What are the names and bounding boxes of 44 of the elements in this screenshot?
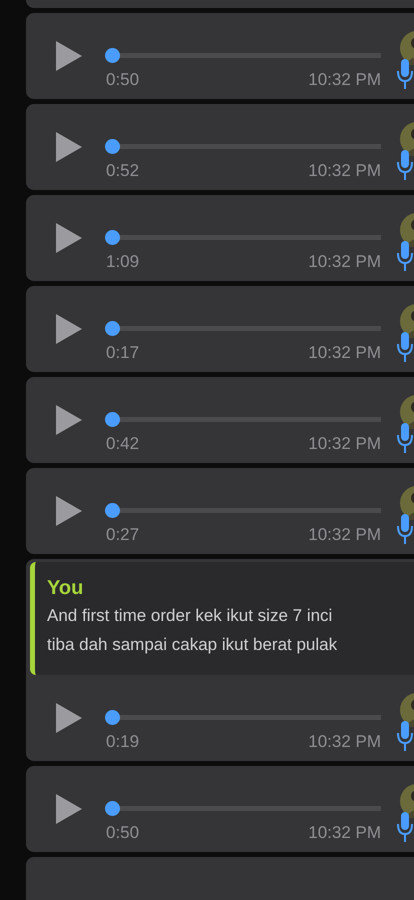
progress-thumb[interactable] xyxy=(105,710,120,725)
message-time: 10:32 PM xyxy=(308,343,381,363)
progress-thumb[interactable] xyxy=(105,503,120,518)
microphone-icon xyxy=(397,332,413,362)
message-time: 10:32 PM xyxy=(308,525,381,545)
voice-duration: 0:27 xyxy=(106,525,140,545)
voice-duration: 0:50 xyxy=(106,70,140,90)
play-button[interactable] xyxy=(56,703,82,733)
message-time: 10:32 PM xyxy=(308,823,381,843)
microphone-icon xyxy=(397,150,413,180)
message-time: 10:32 PM xyxy=(308,252,381,272)
microphone-icon xyxy=(397,812,413,842)
play-button[interactable] xyxy=(56,496,82,526)
voice-duration: 0:19 xyxy=(106,732,140,752)
message-time: 10:32 PM xyxy=(308,434,381,454)
message-time: 10:32 PM xyxy=(308,732,381,752)
microphone-icon xyxy=(397,514,413,544)
message-time: 10:32 PM xyxy=(308,161,381,181)
microphone-icon xyxy=(397,241,413,271)
play-button[interactable] xyxy=(56,132,82,162)
quote-text: tiba dah sampai cakap ikut berat pulak xyxy=(47,634,338,656)
microphone-icon xyxy=(397,423,413,453)
play-button[interactable] xyxy=(56,794,82,824)
quote-author: You xyxy=(47,576,84,601)
progress-thumb[interactable] xyxy=(105,139,120,154)
voice-duration: 0:17 xyxy=(106,343,140,363)
progress-thumb[interactable] xyxy=(105,230,120,245)
play-button[interactable] xyxy=(56,223,82,253)
progress-thumb[interactable] xyxy=(105,412,120,427)
quote-text: And first time order kek ikut size 7 inci xyxy=(47,605,334,627)
play-button[interactable] xyxy=(56,314,82,344)
play-button[interactable] xyxy=(56,405,82,435)
voice-duration: 0:52 xyxy=(106,161,140,181)
progress-thumb[interactable] xyxy=(105,321,120,336)
progress-thumb[interactable] xyxy=(105,801,120,816)
microphone-icon xyxy=(397,59,413,89)
voice-duration: 0:42 xyxy=(106,434,140,454)
voice-duration: 1:09 xyxy=(106,252,140,272)
quoted-message[interactable]: You And first time order kek ikut size 7 inci tiba dah sampai cakap ikut berat pulak xyxy=(30,562,414,675)
play-button[interactable] xyxy=(56,41,82,71)
voice-duration: 0:50 xyxy=(106,823,140,843)
message-time: 10:32 PM xyxy=(308,70,381,90)
microphone-icon xyxy=(397,721,413,751)
progress-thumb[interactable] xyxy=(105,48,120,63)
